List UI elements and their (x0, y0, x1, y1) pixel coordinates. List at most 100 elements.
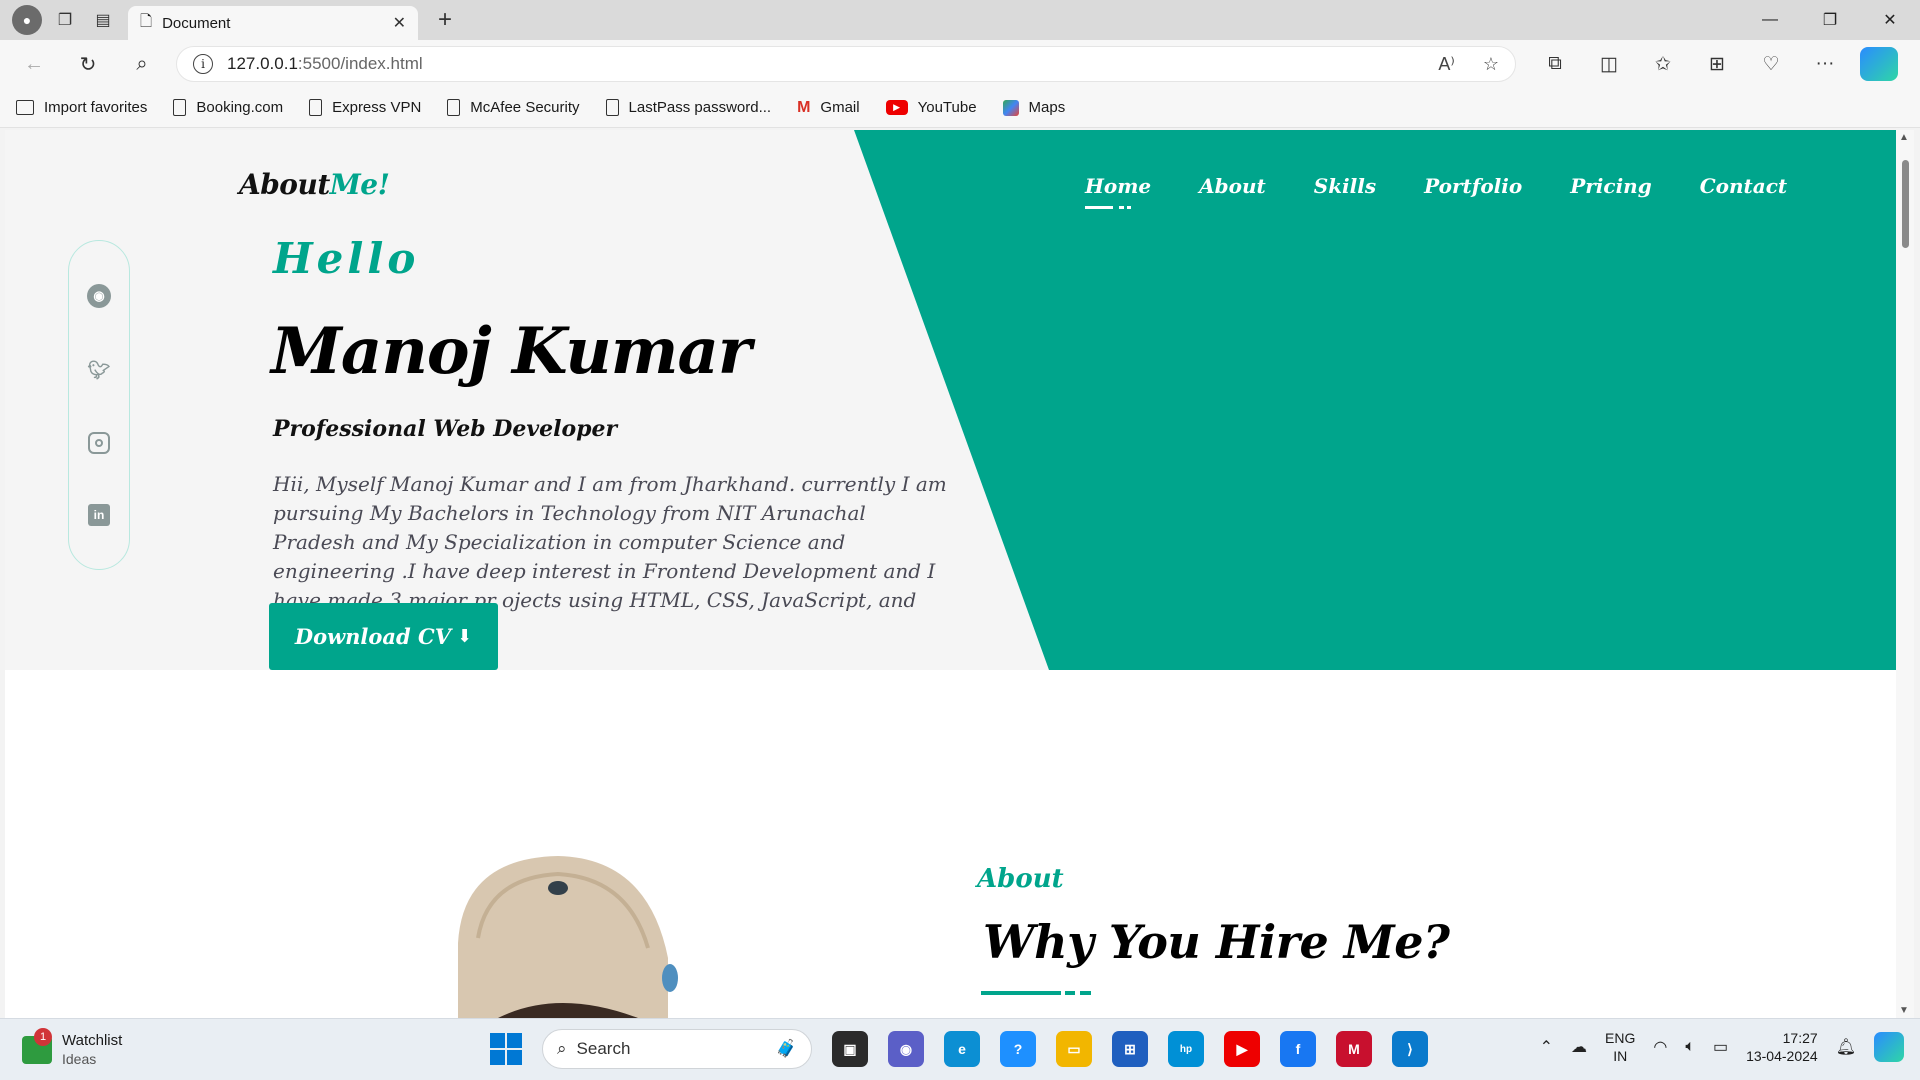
onedrive-icon[interactable]: ☁ (1571, 1037, 1587, 1057)
nav-portfolio[interactable]: Portfolio (1424, 174, 1522, 198)
about-title: Why You Hire Me? (983, 915, 1450, 969)
facebook-icon[interactable]: f (1280, 1031, 1316, 1067)
region-code: IN (1613, 1048, 1628, 1064)
battery-icon[interactable]: ▭ (1713, 1037, 1728, 1057)
page-icon (605, 99, 619, 116)
language-indicator[interactable]: ENG IN (1605, 1029, 1635, 1065)
search-placeholder: Search (576, 1039, 631, 1058)
address-toolbar: ← ↻ ⌕ i 127.0.0.1:5500/index.html A⁾ ☆ ⧉… (0, 40, 1920, 88)
search-highlight-icon: 🧳 (775, 1039, 797, 1058)
clock[interactable]: 17:27 13-04-2024 (1746, 1029, 1818, 1065)
copilot-icon[interactable] (1860, 47, 1898, 81)
volume-icon[interactable]: 🔈︎ (1685, 1038, 1695, 1056)
split-screen-icon[interactable]: ◫ (1590, 47, 1628, 81)
new-tab-button[interactable]: + (430, 6, 460, 34)
browser-tab[interactable]: 🗋 Document ✕ (128, 6, 418, 40)
tab-title: Document (162, 14, 231, 32)
download-cv-label: Download CV (294, 624, 452, 649)
widgets-button[interactable]: 1 Watchlist Ideas (22, 1028, 122, 1069)
collections-icon[interactable]: ⊞ (1698, 47, 1736, 81)
fav-gmail[interactable]: M Gmail (797, 99, 860, 117)
twitter-icon[interactable]: 🐦︎ (87, 358, 111, 382)
download-cv-button[interactable]: Download CV ⬇ (269, 603, 498, 670)
fav-import-favorites[interactable]: Import favorites (16, 99, 147, 116)
page-icon: 🗋 (140, 12, 153, 30)
site-info-icon[interactable]: i (193, 54, 213, 74)
scroll-down-icon[interactable]: ▼ (1899, 1005, 1909, 1016)
mcafee-icon[interactable]: M (1336, 1031, 1372, 1067)
hero-role: Professional Web Developer (273, 416, 618, 442)
fav-booking[interactable]: Booking.com (173, 99, 283, 116)
social-links: ◉ 🐦︎ in (68, 240, 130, 570)
search-icon: ⌕ (557, 1039, 567, 1058)
page-viewport: AboutMe! Home About Skills Portfolio Pri… (5, 130, 1897, 1018)
instagram-icon[interactable] (88, 432, 110, 454)
vscode-icon[interactable]: ⟩ (1392, 1031, 1428, 1067)
browser-essentials-icon[interactable]: ♡ (1752, 47, 1790, 81)
close-tab-icon[interactable]: ✕ (393, 13, 406, 33)
read-aloud-icon[interactable]: A⁾ (1438, 54, 1454, 75)
fav-youtube[interactable]: ▶ YouTube (885, 99, 977, 116)
scroll-thumb[interactable] (1902, 160, 1909, 248)
nav-contact[interactable]: Contact (1700, 174, 1787, 198)
vertical-tabs-icon[interactable]: ▤ (88, 5, 118, 35)
help-icon[interactable]: ? (1000, 1031, 1036, 1067)
browser-title-bar: ● ❐ ▤ 🗋 Document ✕ + — ❐ ✕ (0, 0, 1920, 40)
main-nav: Home About Skills Portfolio Pricing Cont… (1085, 174, 1787, 209)
watchlist-icon: 1 (22, 1028, 52, 1064)
chevron-up-icon[interactable]: ⌃ (1540, 1037, 1553, 1057)
search-icon[interactable]: ⌕ (122, 46, 162, 82)
task-view-icon[interactable]: ▣ (832, 1031, 868, 1067)
download-icon: ⬇ (457, 626, 473, 647)
fav-lastpass[interactable]: LastPass password... (605, 99, 771, 116)
edge-icon[interactable]: e (944, 1031, 980, 1067)
copilot-icon[interactable] (1874, 1032, 1904, 1062)
file-explorer-icon[interactable]: ▭ (1056, 1031, 1092, 1067)
page-icon (173, 99, 187, 116)
extensions-icon[interactable]: ⧉ (1536, 47, 1574, 81)
hero-greeting: Hello (273, 234, 420, 283)
favorite-star-icon[interactable]: ☆ (1483, 54, 1499, 75)
teams-icon[interactable]: ◉ (888, 1031, 924, 1067)
scroll-up-icon[interactable]: ▲ (1899, 132, 1909, 143)
hero-section: AboutMe! Home About Skills Portfolio Pri… (5, 130, 1897, 670)
favorites-icon[interactable]: ✩ (1644, 47, 1682, 81)
taskbar-search[interactable]: ⌕ Search 🧳 (542, 1029, 812, 1069)
fav-express-vpn[interactable]: Express VPN (309, 99, 421, 116)
nav-home[interactable]: Home (1085, 174, 1151, 209)
start-button[interactable] (490, 1033, 522, 1065)
import-icon (16, 100, 34, 115)
maps-icon (1002, 99, 1019, 116)
favorites-bar: Import favorites Booking.com Express VPN… (0, 88, 1920, 128)
refresh-button[interactable]: ↻ (68, 46, 108, 82)
title-underline (981, 991, 1091, 995)
nav-about[interactable]: About (1199, 174, 1266, 198)
github-icon[interactable]: ◉ (87, 284, 111, 308)
address-bar[interactable]: i 127.0.0.1:5500/index.html A⁾ ☆ (176, 46, 1516, 82)
store-icon[interactable]: ⊞ (1112, 1031, 1148, 1067)
back-button[interactable]: ← (14, 46, 54, 82)
fav-maps[interactable]: Maps (1002, 99, 1065, 116)
profile-icon[interactable]: ● (12, 5, 42, 35)
page-icon (447, 99, 461, 116)
url-text: 127.0.0.1:5500/index.html (227, 54, 423, 73)
myhp-icon[interactable]: hp (1168, 1031, 1204, 1067)
site-logo[interactable]: AboutMe! (239, 168, 390, 201)
youtube-icon[interactable]: ▶ (1224, 1031, 1260, 1067)
notifications-bell-icon[interactable]: 🔔︎ (1836, 1037, 1856, 1057)
page-scrollbar[interactable]: ▲ ▼ (1896, 130, 1914, 1018)
linkedin-icon[interactable]: in (88, 504, 110, 526)
clock-time: 17:27 (1782, 1030, 1818, 1046)
nav-pricing[interactable]: Pricing (1570, 174, 1651, 198)
fav-mcafee[interactable]: McAfee Security (447, 99, 580, 116)
restore-button[interactable]: ❐ (1800, 0, 1860, 40)
wifi-icon[interactable]: ◠ (1653, 1037, 1667, 1057)
gmail-icon: M (797, 98, 811, 116)
windows-taskbar: 1 Watchlist Ideas ⌕ Search 🧳 ▣ ◉ e ? ▭ ⊞… (0, 1018, 1920, 1080)
more-menu-icon[interactable]: ··· (1806, 47, 1844, 81)
close-window-button[interactable]: ✕ (1860, 0, 1920, 40)
nav-skills[interactable]: Skills (1314, 174, 1376, 198)
profile-photo (458, 856, 678, 1018)
workspaces-icon[interactable]: ❐ (50, 5, 80, 35)
minimize-button[interactable]: — (1740, 0, 1800, 40)
